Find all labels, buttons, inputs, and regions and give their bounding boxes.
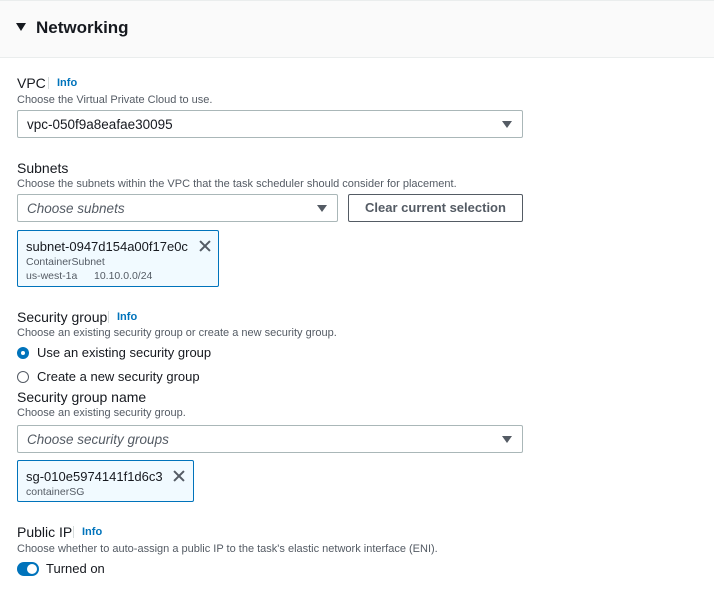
- security-group-token-name: containerSG: [26, 486, 85, 498]
- vpc-select[interactable]: vpc-050f9a8eafae30095: [17, 110, 523, 138]
- security-group-token-id: sg-010e5974141f1d6c3: [26, 469, 163, 484]
- public-ip-info-link[interactable]: Info: [73, 526, 102, 538]
- dropdown-arrow-icon: [502, 121, 512, 128]
- security-group-name-label: Security group name: [17, 389, 147, 405]
- vpc-description: Choose the Virtual Private Cloud to use.: [17, 94, 213, 106]
- security-group-token: sg-010e5974141f1d6c3 containerSG: [17, 460, 194, 502]
- public-ip-toggle[interactable]: [17, 562, 39, 576]
- public-ip-description: Choose whether to auto-assign a public I…: [17, 543, 438, 555]
- vpc-info-link[interactable]: Info: [48, 77, 77, 89]
- subnet-token-az: us-west-1a: [26, 270, 78, 282]
- radio-new-group-label[interactable]: Create a new security group: [37, 369, 200, 384]
- security-groups-placeholder: Choose security groups: [27, 432, 169, 447]
- vpc-selected-value: vpc-050f9a8eafae30095: [27, 117, 173, 132]
- toggle-knob: [27, 564, 37, 574]
- radio-existing-group[interactable]: [17, 347, 29, 359]
- subnet-token: subnet-0947d154a00f17e0c ContainerSubnet…: [17, 230, 219, 287]
- caret-down-icon[interactable]: [16, 23, 26, 31]
- public-ip-toggle-label: Turned on: [46, 561, 105, 576]
- security-group-name-description: Choose an existing security group.: [17, 407, 186, 419]
- security-group-description: Choose an existing security group or cre…: [17, 327, 337, 339]
- vpc-label: VPC: [17, 75, 46, 91]
- subnet-token-name: ContainerSubnet: [26, 256, 105, 268]
- security-group-label: Security group: [17, 309, 108, 325]
- subnets-label: Subnets: [17, 160, 69, 176]
- security-group-info-link[interactable]: Info: [108, 311, 137, 323]
- close-icon[interactable]: [198, 239, 212, 253]
- subnet-token-id: subnet-0947d154a00f17e0c: [26, 239, 188, 254]
- subnet-token-cidr: 10.10.0.0/24: [94, 270, 153, 282]
- close-icon[interactable]: [172, 469, 186, 483]
- section-title: Networking: [36, 18, 129, 37]
- security-groups-select[interactable]: Choose security groups: [17, 425, 523, 453]
- subnets-placeholder: Choose subnets: [27, 201, 125, 216]
- dropdown-arrow-icon: [317, 205, 327, 212]
- dropdown-arrow-icon: [502, 436, 512, 443]
- radio-existing-group-label[interactable]: Use an existing security group: [37, 345, 211, 360]
- radio-new-group[interactable]: [17, 371, 29, 383]
- subnets-description: Choose the subnets within the VPC that t…: [17, 178, 457, 190]
- clear-selection-button[interactable]: Clear current selection: [348, 194, 523, 222]
- subnets-select[interactable]: Choose subnets: [17, 194, 338, 222]
- public-ip-label: Public IP: [17, 524, 73, 540]
- section-header[interactable]: Networking: [0, 0, 714, 58]
